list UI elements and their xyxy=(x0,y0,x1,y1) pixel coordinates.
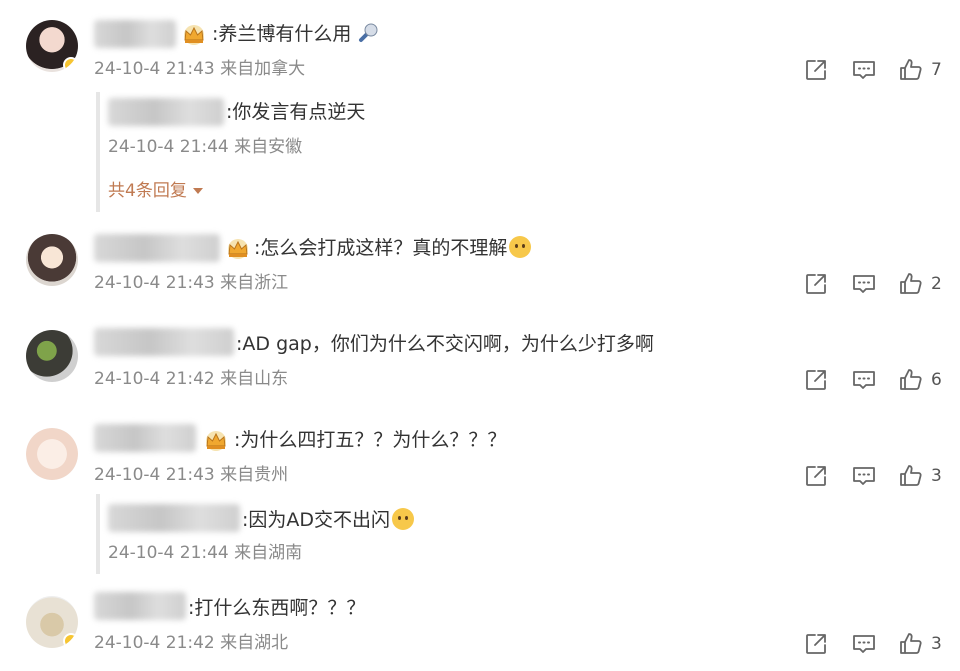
username-blurred[interactable] xyxy=(94,234,220,262)
like-count: 7 xyxy=(931,60,942,80)
reply-username-blurred[interactable] xyxy=(108,98,224,126)
comment-text: :养兰博有什么用 xyxy=(212,23,352,45)
comment-time: 24-10-4 21:43 xyxy=(94,273,215,293)
reply-divider xyxy=(96,92,100,212)
more-replies-label: 共4条回复 xyxy=(108,181,187,201)
reply-time: 24-10-4 21:44 xyxy=(108,543,229,563)
comment-text: :怎么会打成这样？真的不理解 xyxy=(254,237,508,259)
reply-time: 24-10-4 21:44 xyxy=(108,137,229,157)
comment-time: 24-10-4 21:43 xyxy=(94,465,215,485)
share-icon[interactable] xyxy=(803,463,829,489)
like-count: 3 xyxy=(931,466,942,486)
microphone-emoji-icon xyxy=(359,23,378,42)
avatar[interactable] xyxy=(26,596,78,648)
reply-text: :因为AD交不出闪 xyxy=(242,509,391,531)
comment-location: 来自浙江 xyxy=(220,273,289,293)
reply-text: :你发言有点逆天 xyxy=(226,101,366,123)
thumbs-up-icon[interactable] xyxy=(898,631,924,657)
comment-text: :为什么四打五？？为什么？？？ xyxy=(234,429,507,451)
share-icon[interactable] xyxy=(803,367,829,393)
dog-emoji-icon xyxy=(392,508,415,530)
chevron-down-icon xyxy=(192,188,203,194)
thumbs-up-icon[interactable] xyxy=(898,463,924,489)
like-count: 2 xyxy=(931,274,942,294)
share-icon[interactable] xyxy=(803,631,829,657)
share-icon[interactable] xyxy=(803,271,829,297)
reply-location: 来自湖南 xyxy=(234,543,303,563)
thumbs-up-icon[interactable] xyxy=(898,271,924,297)
crown-icon xyxy=(180,24,208,46)
verified-badge-icon xyxy=(63,633,78,648)
comment-time: 24-10-4 21:42 xyxy=(94,369,215,389)
thumbs-up-icon[interactable] xyxy=(898,57,924,83)
comment-location: 来自加拿大 xyxy=(220,59,306,79)
comment-location: 来自湖北 xyxy=(220,633,289,653)
more-replies-link[interactable]: 共4条回复 xyxy=(108,180,203,202)
comment-time: 24-10-4 21:43 xyxy=(94,59,215,79)
share-icon[interactable] xyxy=(803,57,829,83)
avatar[interactable] xyxy=(26,428,78,480)
avatar[interactable] xyxy=(26,234,78,286)
comment-icon[interactable] xyxy=(851,367,877,393)
username-blurred[interactable] xyxy=(94,20,176,48)
comment-text: :打什么东西啊？？？ xyxy=(188,597,366,619)
username-blurred[interactable] xyxy=(94,424,196,452)
comment-icon[interactable] xyxy=(851,631,877,657)
reply-username-blurred[interactable] xyxy=(108,504,240,532)
comment-location: 来自山东 xyxy=(220,369,289,389)
comment-time: 24-10-4 21:42 xyxy=(94,633,215,653)
crown-icon xyxy=(202,430,230,452)
thumbs-up-icon[interactable] xyxy=(898,367,924,393)
avatar[interactable] xyxy=(26,20,78,72)
reply-divider xyxy=(96,494,100,574)
username-blurred[interactable] xyxy=(94,328,234,356)
username-blurred[interactable] xyxy=(94,592,186,620)
avatar[interactable] xyxy=(26,330,78,382)
comment-location: 来自贵州 xyxy=(220,465,289,485)
like-count: 3 xyxy=(931,634,942,654)
comment-icon[interactable] xyxy=(851,57,877,83)
reply-location: 来自安徽 xyxy=(234,137,303,157)
comment-text: :AD gap，你们为什么不交闪啊，为什么少打多啊 xyxy=(236,333,654,355)
confused-emoji-icon xyxy=(509,236,532,258)
comment-icon[interactable] xyxy=(851,463,877,489)
crown-icon xyxy=(224,238,252,260)
verified-badge-icon xyxy=(63,57,78,72)
comment-icon[interactable] xyxy=(851,271,877,297)
like-count: 6 xyxy=(931,370,942,390)
